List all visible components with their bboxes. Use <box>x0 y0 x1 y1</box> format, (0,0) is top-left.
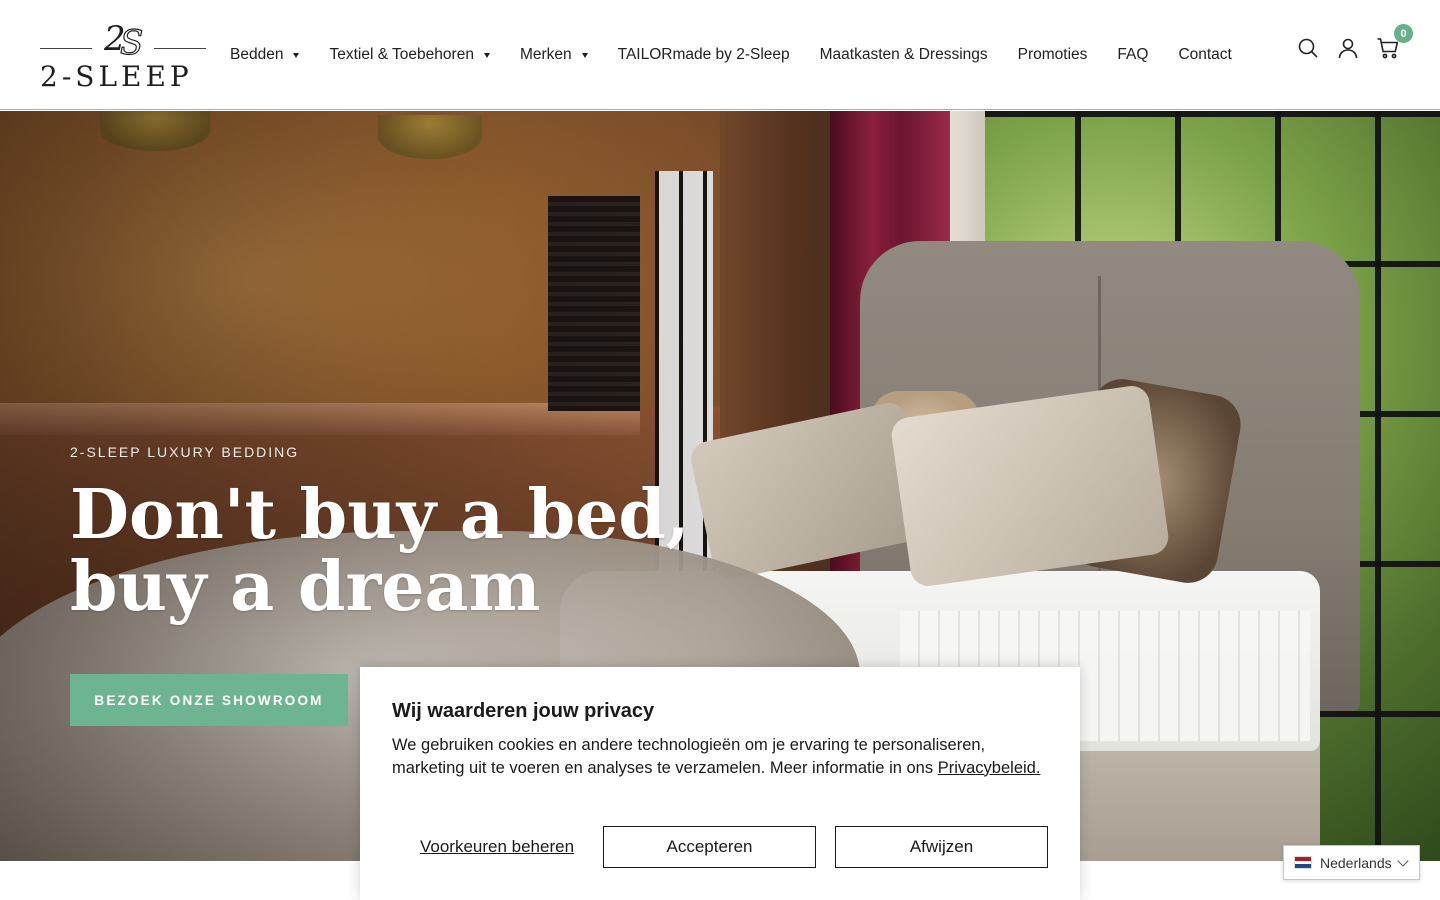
hero-image-pillow <box>889 383 1171 589</box>
chevron-down-icon <box>1396 854 1409 867</box>
search-icon <box>1298 38 1318 58</box>
main-nav: Bedden Textiel & Toebehoren Merken TAILO… <box>230 44 1262 66</box>
nav-item-maatkasten[interactable]: Maatkasten & Dressings <box>820 46 988 64</box>
accept-cookies-button[interactable]: Accepteren <box>603 826 816 868</box>
cart-button[interactable]: 0 <box>1376 24 1413 60</box>
cookie-title: Wij waarderen jouw privacy <box>392 700 655 722</box>
language-selector[interactable]: Nederlands <box>1283 845 1420 880</box>
nav-item-label: TAILORmade by 2-Sleep <box>617 46 790 63</box>
manage-preferences-button[interactable]: Voorkeuren beheren <box>392 826 602 868</box>
brand-wordmark: 2-SLEEP <box>40 60 193 93</box>
logo-line-left <box>40 48 92 49</box>
nav-item-bedden[interactable]: Bedden <box>230 46 300 64</box>
cookie-description: We gebruiken cookies en andere technolog… <box>392 734 1042 779</box>
caret-down-icon <box>293 52 300 58</box>
nav-item-label: FAQ <box>1117 46 1149 63</box>
nav-item-label: Merken <box>519 46 572 63</box>
nav-item-label: Promoties <box>1017 46 1088 63</box>
nav-item-label: Textiel & Toebehoren <box>329 46 474 63</box>
search-button[interactable] <box>1296 36 1320 60</box>
caret-down-icon <box>581 52 588 58</box>
nav-item-faq[interactable]: FAQ <box>1117 46 1148 64</box>
hero-title-line: Don't buy a bed, <box>70 475 690 555</box>
decline-cookies-button[interactable]: Afwijzen <box>835 826 1048 868</box>
logo-line-right <box>154 48 206 49</box>
brand-logo[interactable]: 2 S 2-SLEEP <box>40 18 206 93</box>
privacy-policy-link[interactable]: Privacybeleid. <box>938 759 1041 777</box>
hero-kicker: 2-SLEEP LUXURY BEDDING <box>70 444 300 460</box>
svg-text:S: S <box>120 23 143 60</box>
user-icon <box>1338 38 1358 59</box>
nav-item-textiel[interactable]: Textiel & Toebehoren <box>329 46 490 64</box>
nav-item-tailormade[interactable]: TAILORmade by 2-Sleep <box>618 46 790 64</box>
hero-title-line: buy a dream <box>70 547 541 627</box>
nav-item-merken[interactable]: Merken <box>520 46 588 64</box>
site-header: 2 S 2-SLEEP Bedden Textiel & Toebehoren … <box>0 0 1440 110</box>
nav-item-label: Maatkasten & Dressings <box>819 46 988 63</box>
hero-title: Don't buy a bed, buy a dream <box>70 479 690 623</box>
nav-item-promoties[interactable]: Promoties <box>1018 46 1088 64</box>
nav-item-contact[interactable]: Contact <box>1178 46 1231 64</box>
cookie-description-text: We gebruiken cookies en andere technolog… <box>392 736 986 777</box>
monogram-logo-icon: 2 S <box>103 19 144 60</box>
header-icons: 0 <box>1280 24 1413 60</box>
visit-showroom-button[interactable]: BEZOEK ONZE SHOWROOM <box>70 674 348 726</box>
account-button[interactable] <box>1336 36 1360 60</box>
nav-item-label: Contact <box>1178 46 1232 63</box>
cart-count-badge: 0 <box>1394 24 1413 43</box>
cookie-consent-dialog: Wij waarderen jouw privacy We gebruiken … <box>360 667 1080 900</box>
language-label: Nederlands <box>1320 854 1392 871</box>
nav-item-label: Bedden <box>230 46 284 63</box>
caret-down-icon <box>483 52 490 58</box>
nl-flag-icon <box>1294 856 1312 869</box>
